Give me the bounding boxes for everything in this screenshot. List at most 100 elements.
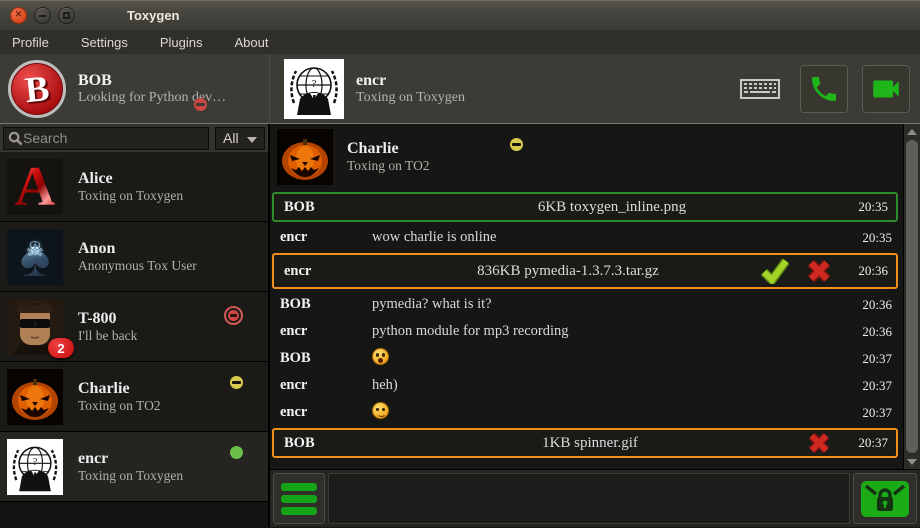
search-icon xyxy=(8,131,23,146)
contact-status: Toxing on Toxygen xyxy=(78,188,183,204)
message-list: BOB 6KB toxygen_inline.png 20:35 encr wo… xyxy=(270,188,900,460)
busy-status-icon xyxy=(224,306,243,325)
message-text: python module for mp3 recording xyxy=(372,323,852,340)
sidebar: All A Alice Toxing on Toxygen ♠☠ xyxy=(0,124,270,527)
message-time: 20:37 xyxy=(848,435,894,451)
titlebar: Toxygen xyxy=(0,0,920,30)
alice-avatar: A xyxy=(7,159,63,215)
contact-name: T-800 xyxy=(78,310,137,328)
chevron-down-icon xyxy=(247,137,257,143)
self-name: BOB xyxy=(78,72,226,90)
self-profile: B BOB Looking for Python dev… xyxy=(0,54,270,123)
maximize-icon[interactable] xyxy=(58,7,75,24)
contact-row-anon[interactable]: ♠☠ Anon Anonymous Tox User xyxy=(0,222,268,292)
svg-text:?: ? xyxy=(33,457,38,468)
menu-profile[interactable]: Profile xyxy=(12,35,49,50)
chat-peer-status: Toxing on TO2 xyxy=(347,158,430,174)
message-sender: BOB xyxy=(276,199,376,216)
send-button[interactable] xyxy=(853,473,917,524)
message-row: encr heh) 20:37 xyxy=(270,372,900,399)
accept-file-button[interactable] xyxy=(760,258,790,284)
active-contact-header: ? encr Toxing on Toxygen xyxy=(270,59,740,119)
file-transfer-row: encr 836KB pymedia-1.3.7.3.tar.gz xyxy=(272,253,898,289)
message-sender: BOB xyxy=(272,350,372,367)
self-avatar[interactable]: B xyxy=(8,60,66,118)
anonymous-avatar: ? xyxy=(7,439,63,495)
scroll-up-icon[interactable] xyxy=(904,124,920,139)
chat-scrollbar[interactable] xyxy=(903,124,920,469)
pumpkin-avatar xyxy=(7,369,63,425)
keyboard-typing-icon xyxy=(740,77,780,101)
contact-status: Toxing on Toxygen xyxy=(78,468,183,484)
contact-name: encr xyxy=(78,450,183,468)
contact-list: A Alice Toxing on Toxygen ♠☠ Anon Anonym… xyxy=(0,152,268,527)
away-status-icon xyxy=(230,376,243,389)
audio-call-button[interactable] xyxy=(800,65,848,113)
file-name: 836KB pymedia-1.3.7.3.tar.gz xyxy=(376,263,760,280)
file-transfer-row: BOB 1KB spinner.gif 20:37 xyxy=(272,428,898,458)
scroll-down-icon[interactable] xyxy=(904,454,920,469)
contact-row-t800[interactable]: T-800 I'll be back 2 xyxy=(0,292,268,362)
message-row: BOB 20:37 xyxy=(270,345,900,372)
contact-name: Anon xyxy=(78,240,197,258)
message-sender: encr xyxy=(276,263,376,280)
decline-file-button[interactable] xyxy=(804,430,834,456)
message-text xyxy=(372,402,852,424)
contact-row-charlie[interactable]: Charlie Toxing on TO2 xyxy=(0,362,268,432)
close-icon[interactable] xyxy=(10,7,27,24)
message-sender: BOB xyxy=(272,296,372,313)
contact-filter-dropdown[interactable]: All xyxy=(215,127,265,150)
message-sender: BOB xyxy=(276,435,376,452)
scrollbar-thumb[interactable] xyxy=(906,140,918,453)
red-cross-icon xyxy=(807,259,831,283)
contact-status: Toxing on TO2 xyxy=(78,398,161,414)
header-actions xyxy=(740,65,920,113)
composer xyxy=(270,469,920,527)
minimize-icon[interactable] xyxy=(34,7,51,24)
unread-badge: 2 xyxy=(48,338,74,358)
spade-skull-avatar: ♠☠ xyxy=(7,229,63,285)
contact-status: Anonymous Tox User xyxy=(78,258,197,274)
active-contact-avatar: ? xyxy=(284,59,344,119)
message-sender: encr xyxy=(272,404,372,421)
busy-status-icon[interactable] xyxy=(194,98,207,111)
message-time: 20:37 xyxy=(852,405,898,421)
smiley-icon xyxy=(372,402,389,419)
header: B BOB Looking for Python dev… xyxy=(0,54,920,124)
menubar: Profile Settings Plugins About xyxy=(0,30,920,54)
chat-peer-name: Charlie xyxy=(347,140,430,158)
message-row: encr python module for mp3 recording 20:… xyxy=(270,318,900,345)
message-time: 20:36 xyxy=(848,263,894,279)
window-title: Toxygen xyxy=(127,8,180,23)
pumpkin-avatar xyxy=(277,129,333,185)
file-name: 6KB toxygen_inline.png xyxy=(376,199,848,216)
filter-value: All xyxy=(223,130,239,146)
file-transfer-row: BOB 6KB toxygen_inline.png 20:35 xyxy=(272,192,898,222)
active-contact-status: Toxing on Toxygen xyxy=(356,90,465,106)
message-row: encr 20:37 xyxy=(270,399,900,426)
decline-file-button[interactable] xyxy=(804,258,834,284)
anonymous-logo-icon: ? xyxy=(284,59,344,119)
chat-menu-button[interactable] xyxy=(273,473,325,524)
message-text xyxy=(372,348,852,370)
video-camera-icon xyxy=(869,72,903,106)
message-time: 20:37 xyxy=(852,378,898,394)
message-text: wow charlie is online xyxy=(372,229,852,246)
message-text: heh) xyxy=(372,377,852,394)
video-call-button[interactable] xyxy=(862,65,910,113)
menu-about[interactable]: About xyxy=(234,35,268,50)
message-input[interactable] xyxy=(328,473,850,524)
message-sender: encr xyxy=(272,229,372,246)
search-box xyxy=(3,127,209,150)
hamburger-icon xyxy=(281,483,317,491)
search-input[interactable] xyxy=(23,130,204,146)
green-check-icon xyxy=(761,258,789,284)
message-text: pymedia? what is it? xyxy=(372,296,852,313)
menu-plugins[interactable]: Plugins xyxy=(160,35,203,50)
active-contact-name: encr xyxy=(356,72,465,90)
search-row: All xyxy=(0,124,268,152)
contact-row-alice[interactable]: A Alice Toxing on Toxygen xyxy=(0,152,268,222)
message-row: encr wow charlie is online 20:35 xyxy=(270,224,900,251)
contact-row-encr[interactable]: ? encr Toxing on Toxygen xyxy=(0,432,268,502)
menu-settings[interactable]: Settings xyxy=(81,35,128,50)
